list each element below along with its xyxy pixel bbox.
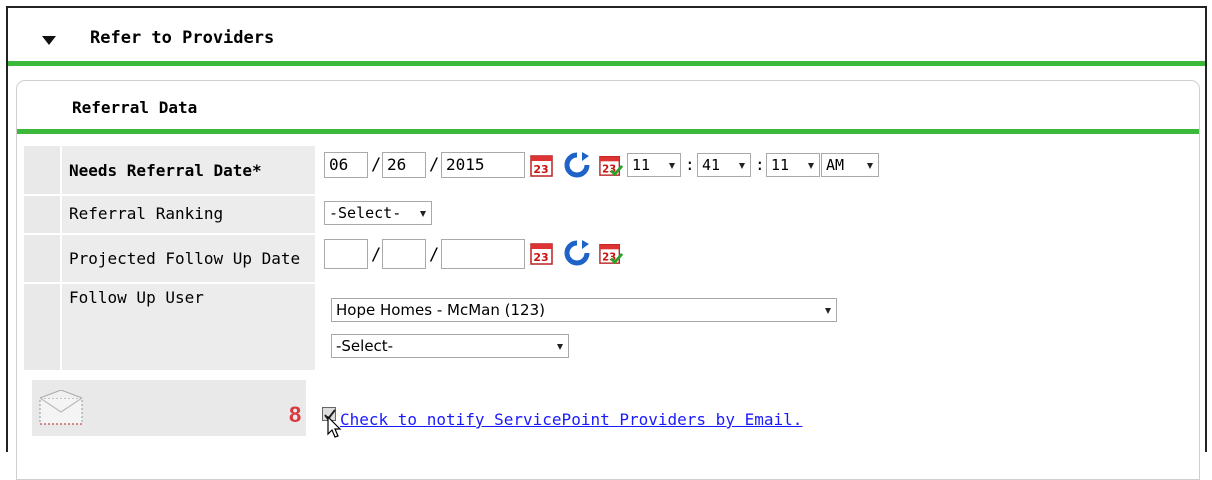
second-select[interactable]: 11 [766, 153, 820, 177]
row-separator [24, 282, 316, 284]
minute-value: 41 [702, 156, 721, 174]
date-separator: / [429, 155, 440, 175]
date-separator: / [371, 245, 382, 265]
ampm-select[interactable]: AM [821, 153, 879, 177]
panel-title: Referral Data [72, 98, 198, 117]
chevron-down-icon [669, 163, 675, 169]
hour-select[interactable]: 11 [627, 153, 681, 177]
follow-up-user-label: Follow Up User [69, 288, 204, 307]
follow-up-provider-value: Hope Homes - McMan (123) [336, 301, 545, 319]
section-title: Refer to Providers [90, 28, 275, 48]
needs-referral-date-label: Needs Referral Date* [69, 161, 262, 180]
follow-up-user-value: -Select- [336, 337, 394, 355]
required-marker: * [252, 161, 262, 180]
collapse-triangle-icon[interactable] [42, 36, 56, 45]
envelope-icon [39, 390, 83, 425]
chevron-down-icon [867, 163, 873, 169]
svg-text:23: 23 [533, 163, 548, 176]
notify-area [32, 380, 306, 436]
calendar-today-icon[interactable]: 23 [599, 152, 623, 178]
referral-ranking-label: Referral Ranking [69, 204, 224, 223]
projected-follow-up-year[interactable] [441, 239, 525, 269]
row-separator [24, 194, 316, 196]
chevron-down-icon [557, 344, 563, 350]
hour-value: 11 [632, 156, 651, 174]
panel-header: Referral Data [17, 81, 1199, 134]
calendar-icon[interactable]: 23 [530, 152, 554, 178]
section-header[interactable]: Refer to Providers [8, 8, 1205, 66]
chevron-down-icon [739, 163, 745, 169]
step-number: 8 [289, 402, 302, 427]
chevron-down-icon [420, 211, 426, 217]
date-separator: / [371, 155, 382, 175]
refresh-icon[interactable] [562, 151, 592, 179]
needs-referral-date-day[interactable]: 26 [382, 152, 426, 178]
row-separator [60, 146, 62, 370]
referral-ranking-value: -Select- [329, 204, 402, 222]
ampm-value: AM [826, 156, 845, 174]
needs-referral-date-year[interactable]: 2015 [441, 152, 525, 178]
projected-follow-up-month[interactable] [324, 239, 368, 269]
referral-ranking-select[interactable]: -Select- [324, 201, 432, 225]
second-value: 11 [771, 156, 790, 174]
follow-up-provider-select[interactable]: Hope Homes - McMan (123) [331, 298, 837, 322]
calendar-today-icon[interactable]: 23 [599, 240, 623, 266]
row-gutter [24, 146, 60, 370]
svg-text:23: 23 [533, 251, 548, 264]
row-separator [24, 233, 316, 235]
calendar-icon[interactable]: 23 [530, 240, 554, 266]
time-separator: : [685, 155, 695, 174]
needs-referral-date-month[interactable]: 06 [324, 152, 368, 178]
notify-providers-email-link[interactable]: Check to notify ServicePoint Providers b… [340, 410, 802, 429]
chevron-down-icon [825, 308, 831, 314]
minute-select[interactable]: 41 [697, 153, 751, 177]
follow-up-user-select[interactable]: -Select- [331, 334, 569, 358]
projected-follow-up-date-label: Projected Follow Up Date [69, 249, 301, 268]
date-separator: / [429, 245, 440, 265]
time-separator: : [755, 155, 765, 174]
projected-follow-up-day[interactable] [382, 239, 426, 269]
needs-referral-date-label-text: Needs Referral Date [69, 161, 253, 180]
chevron-down-icon [808, 163, 814, 169]
refresh-icon[interactable] [562, 239, 592, 267]
